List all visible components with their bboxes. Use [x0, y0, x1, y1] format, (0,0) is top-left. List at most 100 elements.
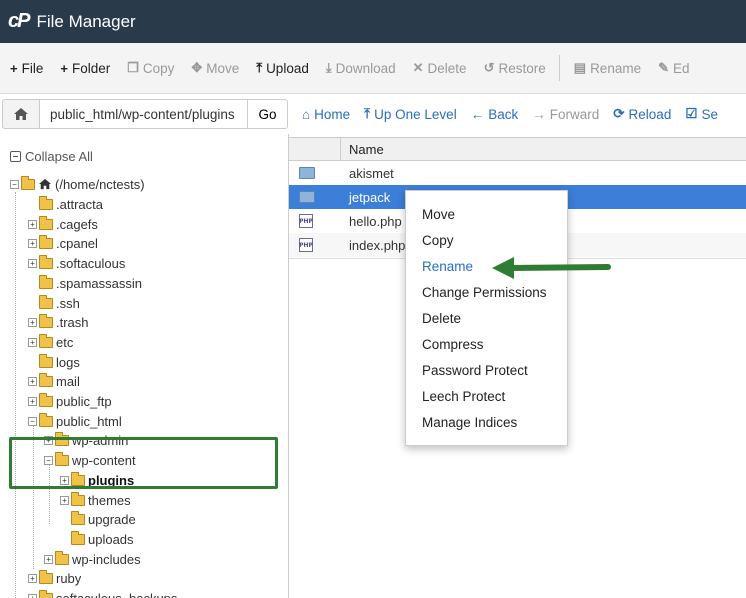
tree-item-label: softaculous_backups [56, 590, 178, 598]
context-password-protect[interactable]: Password Protect [406, 357, 567, 383]
context-change-permissions[interactable]: Change Permissions [406, 279, 567, 305]
collapse-all-link[interactable]: Collapse All [10, 149, 93, 164]
delete-button[interactable]: ✕ Delete [413, 60, 467, 76]
tree-item[interactable]: + wp-includes [44, 550, 141, 568]
expand-toggle[interactable]: + [28, 238, 37, 248]
tree-item[interactable]: + .cagefs [28, 215, 98, 233]
nav-forward-link[interactable]: → Forward [532, 107, 599, 122]
nav-reload-label: Reload [628, 106, 672, 122]
home-icon [39, 178, 51, 190]
tree-item[interactable]: .spamassassin [28, 274, 142, 292]
tree-item-label: .cagefs [56, 216, 98, 232]
collapse-all-label: Collapse All [25, 149, 93, 164]
tree-item-label: uploads [88, 531, 134, 547]
folder-icon [71, 491, 85, 506]
nav-home-link[interactable]: ⌂ Home [302, 107, 350, 122]
column-name-header[interactable]: Name [349, 142, 384, 157]
tree-item[interactable]: + mail [28, 372, 80, 390]
expand-toggle[interactable]: + [28, 593, 37, 598]
path-home-button[interactable] [2, 99, 40, 129]
context-leech-protect[interactable]: Leech Protect [406, 383, 567, 409]
tree-item[interactable]: + ruby [28, 569, 81, 587]
path-input[interactable] [40, 99, 248, 129]
tree-item[interactable]: + themes [60, 491, 131, 509]
folder-icon [39, 294, 53, 309]
expand-toggle[interactable]: + [28, 376, 37, 386]
expand-toggle[interactable]: + [28, 258, 37, 268]
collapse-toggle[interactable]: − [28, 416, 37, 426]
nav-reload-link[interactable]: ⟳ Reload [613, 106, 671, 122]
collapse-toggle[interactable]: − [10, 179, 19, 189]
copy-icon: ❐ [127, 60, 139, 75]
nav-back-link[interactable]: ← Back [471, 107, 519, 122]
checkbox-icon: ☑ [685, 106, 698, 121]
move-button[interactable]: ✥ Move [191, 60, 239, 76]
tree-item[interactable]: .attracta [28, 195, 103, 213]
context-delete[interactable]: Delete [406, 305, 567, 331]
tree-item[interactable]: + etc [28, 333, 73, 351]
reload-icon: ⟳ [613, 106, 625, 121]
context-move[interactable]: Move [406, 201, 567, 227]
restore-button[interactable]: ↺ Restore [484, 60, 546, 76]
rename-button[interactable]: ▤ Rename [574, 60, 641, 76]
download-button[interactable]: ⤓ Download [326, 60, 396, 76]
green-arrow-annotation [492, 257, 611, 279]
tree-item[interactable]: logs [28, 353, 80, 371]
nav-forward-label: Forward [549, 106, 600, 122]
file-list-header: Name [289, 137, 746, 161]
context-copy[interactable]: Copy [406, 227, 567, 253]
nav-home-label: Home [314, 106, 351, 122]
php-file-icon: PHP [299, 238, 313, 252]
nav-back-label: Back [488, 106, 519, 122]
expand-toggle[interactable]: + [28, 317, 37, 327]
title-bar: cP File Manager [0, 0, 746, 43]
new-folder-button[interactable]: + Folder [60, 61, 110, 76]
context-menu: Move Copy Rename Change Permissions Dele… [405, 190, 568, 446]
tree-item[interactable]: upgrade [60, 510, 136, 528]
tree-root-label: (/home/nctests) [55, 176, 145, 192]
context-manage-indices[interactable]: Manage Indices [406, 409, 567, 435]
tree-item[interactable]: + .cpanel [28, 234, 98, 252]
folder-icon [71, 510, 85, 525]
rename-label: Rename [590, 60, 642, 76]
tree-item[interactable]: uploads [60, 530, 134, 548]
tree-item[interactable]: + softaculous_backups [28, 589, 177, 598]
expand-toggle[interactable]: + [28, 219, 37, 229]
upload-button[interactable]: ⤒ Upload [256, 60, 309, 76]
folder-icon [39, 333, 53, 348]
copy-button[interactable]: ❐ Copy [127, 60, 174, 76]
folder-icon [71, 530, 85, 545]
folder-icon [39, 195, 53, 210]
cpanel-logo: cP [8, 10, 31, 32]
download-icon: ⤓ [325, 60, 332, 75]
new-file-label: File [21, 60, 44, 76]
tree-item[interactable]: + public_ftp [28, 392, 112, 410]
file-row[interactable]: akismet [289, 161, 746, 185]
folder-icon [39, 234, 53, 249]
folder-icon [55, 550, 69, 565]
tree-item[interactable]: − public_html [28, 412, 122, 430]
move-label: Move [206, 60, 240, 76]
go-button[interactable]: Go [248, 99, 288, 129]
tree-item[interactable]: .ssh [28, 294, 80, 312]
expand-toggle[interactable]: + [28, 396, 37, 406]
context-compress[interactable]: Compress [406, 331, 567, 357]
expand-toggle[interactable]: + [44, 554, 53, 564]
upload-label: Upload [266, 60, 309, 76]
new-file-button[interactable]: + File [10, 61, 43, 76]
expand-toggle[interactable]: + [60, 495, 69, 505]
delete-icon: ✕ [412, 60, 424, 75]
expand-toggle[interactable]: + [28, 337, 37, 347]
nav-up-one-level-link[interactable]: ⤒ Up One Level [364, 106, 457, 122]
plus-icon: + [60, 60, 68, 76]
tree-root[interactable]: − (/home/nctests) [10, 175, 145, 193]
nav-bar: Go ⌂Home ⤒Up One Level ←Back →Forward ⟳R… [0, 94, 746, 134]
expand-toggle[interactable]: + [28, 573, 37, 583]
edit-button[interactable]: ✎ Ed [658, 60, 689, 76]
tree-item[interactable]: + .softaculous [28, 254, 125, 272]
tree-item[interactable]: + .trash [28, 313, 89, 331]
tree-item-label: public_ftp [56, 393, 112, 409]
delete-label: Delete [427, 60, 467, 76]
nav-select-all-link[interactable]: ☑ Se [685, 106, 718, 122]
tree-item-label: public_html [56, 413, 122, 429]
